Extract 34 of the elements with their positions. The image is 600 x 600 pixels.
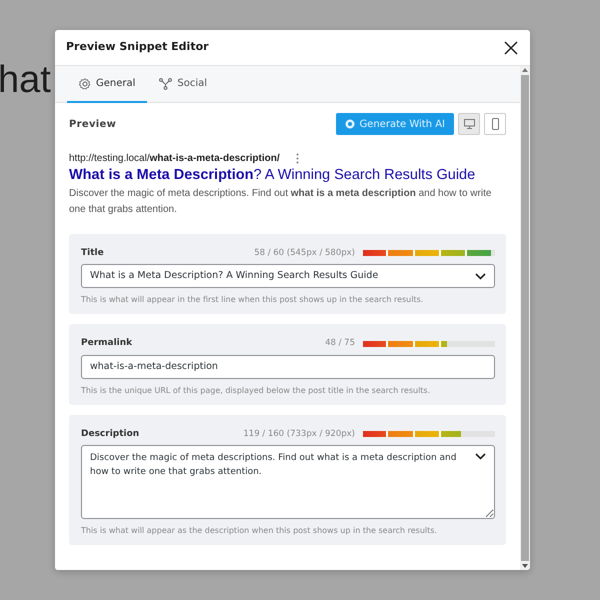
phone-icon bbox=[492, 118, 498, 130]
gear-icon bbox=[79, 78, 91, 90]
help-text: This is what will appear as the description when this post shows up in the search results. bbox=[81, 525, 438, 538]
scroll-down-icon[interactable] bbox=[522, 564, 528, 568]
background-heading: hat bbox=[0, 58, 51, 103]
description-field[interactable]: Discover the magic of meta descriptions. Find out what is a meta description and how to write one that grabs attention. bbox=[81, 445, 495, 520]
monitor-icon bbox=[464, 119, 474, 129]
preview-url: http://testing.local/what-is-a-meta-description/ bbox=[69, 152, 280, 166]
scroll-up-icon[interactable] bbox=[522, 68, 528, 72]
tab[interactable]: Social bbox=[147, 66, 220, 103]
preview-description: Discover the magic of meta descriptions. Find out what is a meta description and how to write one that grabs attention. bbox=[69, 186, 492, 217]
help-text: This is the unique URL of this page, displayed below the post title in the search results. bbox=[81, 384, 432, 397]
section-heading: Preview bbox=[69, 118, 116, 132]
character-count: 119 / 160 (733px / 920px) bbox=[243, 428, 355, 441]
character-count: 48 / 75 bbox=[325, 337, 355, 350]
field-label: Description bbox=[81, 428, 140, 441]
title-field[interactable]: What is a Meta Description? A Winning Search Results Guide bbox=[81, 264, 495, 288]
permalink-field[interactable]: what-is-a-meta-description bbox=[81, 354, 495, 379]
field-label: Title bbox=[81, 246, 104, 260]
more-icon[interactable] bbox=[296, 153, 299, 164]
ai-icon bbox=[345, 119, 356, 129]
field-label: Permalink bbox=[81, 337, 132, 350]
network-icon bbox=[159, 78, 172, 90]
mobile-button[interactable] bbox=[484, 113, 506, 135]
tab[interactable]: General bbox=[67, 66, 148, 103]
help-text: This is what will appear in the first line when this post shows up in the search results. bbox=[81, 294, 424, 306]
chevron-icon[interactable] bbox=[475, 453, 486, 460]
desktop-button[interactable] bbox=[458, 113, 480, 135]
dialog-title: Preview Snippet Editor bbox=[66, 39, 209, 56]
preview-title: What is a Meta Description? A Winning Search Results Guide bbox=[69, 166, 476, 185]
scrollbar[interactable] bbox=[520, 66, 530, 570]
character-count: 58 / 60 (545px / 580px) bbox=[254, 246, 355, 260]
chevron-icon[interactable] bbox=[475, 272, 486, 280]
close-icon[interactable] bbox=[502, 38, 520, 56]
